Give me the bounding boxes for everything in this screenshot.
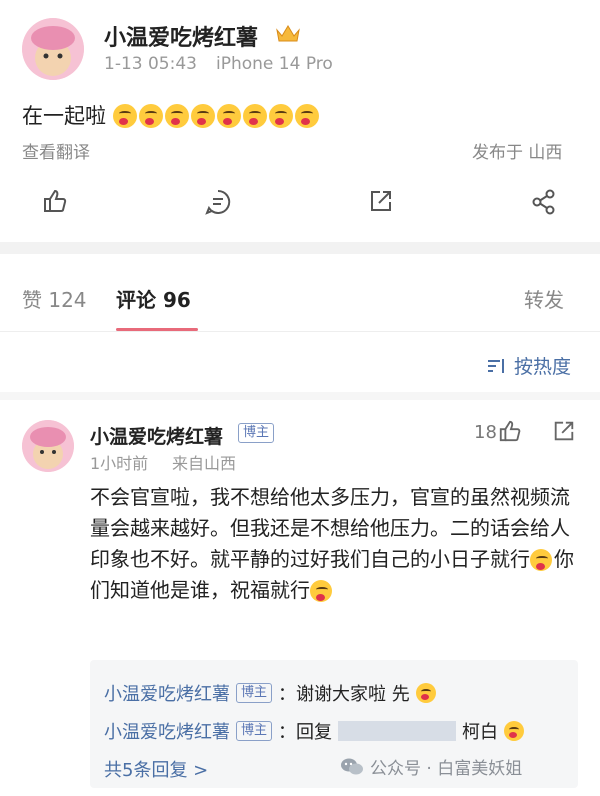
comment-icon[interactable] [204, 188, 232, 216]
post-author-name[interactable]: 小温爱吃烤红薯 [104, 20, 258, 52]
watermark-text: 公众号 · 白富美妖姐 [370, 759, 523, 779]
reply-author-name[interactable]: 小温爱吃烤红薯 [104, 680, 230, 706]
emoji-icon [112, 104, 137, 128]
comment-author-name[interactable]: 小温爱吃烤红薯 [90, 422, 223, 449]
comment-text-part1: 不会官宣啦，我不想给他太多压力，官宣的虽然视频流量会越来越好。但我还是不想给他压… [90, 485, 570, 571]
post-location: 发布于 山西 [472, 143, 563, 163]
reply-item[interactable]: 小温爱吃烤红薯 博主 ：谢谢大家啦 先 [104, 680, 438, 706]
watermark: 公众号 · 白富美妖姐 [340, 754, 522, 779]
reply-text-prefix: ：回复 [278, 722, 333, 743]
tab-reposts[interactable]: 转发 [524, 284, 564, 313]
reply-author-badge: 博主 [236, 721, 273, 741]
sort-icon [486, 356, 508, 376]
tab-likes[interactable]: 赞 124 [22, 284, 87, 313]
tab-comments[interactable]: 评论 96 [116, 284, 191, 313]
crown-icon [275, 22, 301, 44]
reply-item[interactable]: 小温爱吃烤红薯 博主 ：回复 柯白 [104, 718, 526, 744]
share-icon[interactable] [368, 188, 394, 214]
comment-from: 来自山西 [172, 454, 237, 473]
reply-author-name[interactable]: 小温爱吃烤红薯 [104, 718, 230, 744]
reply-text-suffix: 柯白 [462, 722, 499, 743]
comment-author-avatar[interactable] [22, 420, 74, 472]
emoji-icon [216, 104, 241, 128]
emoji-icon [530, 549, 552, 571]
emoji-icon [504, 721, 525, 741]
emoji-icon [242, 104, 267, 128]
sort-button[interactable]: 按热度 [486, 352, 571, 379]
comment-like-count: 18 [474, 422, 497, 443]
comment-share-icon[interactable] [552, 419, 576, 443]
more-replies-link[interactable]: 共5条回复 > [104, 756, 208, 782]
emoji-icon [268, 104, 293, 128]
post-author-avatar[interactable] [22, 18, 84, 80]
post-text: 在一起啦 [22, 100, 321, 130]
emoji-icon [138, 104, 163, 128]
wechat-icon [340, 757, 364, 777]
post-device: iPhone 14 Pro [216, 54, 333, 74]
emoji-icon [190, 104, 215, 128]
like-icon[interactable] [42, 188, 68, 214]
post-text-content: 在一起啦 [22, 104, 106, 128]
emoji-icon [164, 104, 189, 128]
comment-text: 不会官宣啦，我不想给他太多压力，官宣的虽然视频流量会越来越好。但我还是不想给他压… [90, 482, 576, 606]
redacted-block [338, 721, 457, 741]
more-share-icon[interactable] [530, 188, 558, 216]
sort-divider [0, 392, 600, 400]
reply-text: ：谢谢大家啦 先 [278, 684, 410, 705]
translate-link[interactable]: 查看翻译 [22, 138, 90, 163]
emoji-icon [310, 580, 332, 602]
emoji-icon [415, 683, 436, 703]
sort-label: 按热度 [514, 356, 572, 378]
tabs-divider [0, 331, 600, 332]
post-time: 1-13 05:43 [104, 54, 197, 74]
author-badge: 博主 [238, 423, 275, 443]
comment-like-icon[interactable] [498, 419, 522, 443]
emoji-icon [294, 104, 319, 128]
reply-author-badge: 博主 [236, 683, 273, 703]
comment-time: 1小时前 [90, 454, 149, 473]
section-divider [0, 242, 600, 254]
